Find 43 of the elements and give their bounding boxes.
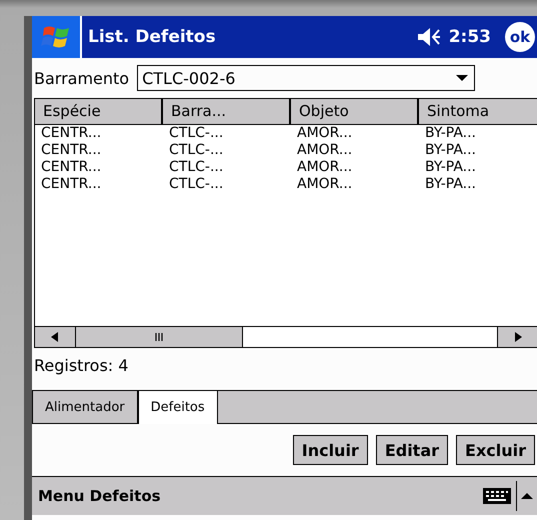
scroll-right-icon[interactable] <box>514 332 522 342</box>
action-button[interactable]: Excluir <box>456 435 535 465</box>
table-cell-text: CTLC-... <box>168 176 224 193</box>
column-header[interactable]: Barra... <box>163 99 291 125</box>
table-cell-text: CENTR... <box>40 125 102 142</box>
tab[interactable]: Defeitos <box>138 390 218 424</box>
menu-item[interactable]: Menu Defeitos <box>38 487 478 505</box>
scroll-thumb[interactable] <box>76 327 243 347</box>
table-cell-text: BY-PA... <box>424 142 478 159</box>
scroll-left-icon[interactable] <box>51 332 59 342</box>
windows-flag-icon <box>41 24 71 50</box>
window-title: List. Defeitos <box>88 27 217 47</box>
record-count: Registros: 4 <box>33 355 130 377</box>
clock-time: 2:53 <box>448 27 491 47</box>
table-cell-text: BY-PA... <box>424 176 478 193</box>
table-cell-text: CTLC-... <box>168 125 224 142</box>
table-cell-text: CTLC-... <box>168 142 224 159</box>
table-cell-text: AMOR... <box>296 142 354 159</box>
column-header[interactable]: Sintoma <box>419 99 537 125</box>
table-cell-text: CENTR... <box>40 159 102 176</box>
speaker-muted-icon[interactable] <box>416 27 443 47</box>
grip-icon <box>154 332 164 342</box>
horizontal-scrollbar[interactable] <box>35 326 537 347</box>
table-cell-text: BY-PA... <box>424 159 478 176</box>
dropdown-arrow-icon <box>456 74 468 82</box>
action-button[interactable]: Editar <box>376 435 448 465</box>
keyboard-icon[interactable] <box>482 487 512 505</box>
table-cell-text: CENTR... <box>40 176 102 193</box>
table-cell-text: AMOR... <box>296 125 354 142</box>
table-cell-text: BY-PA... <box>424 125 478 142</box>
table-cell-text: CTLC-... <box>168 159 224 176</box>
table-cell-text: CENTR... <box>40 142 102 159</box>
column-header[interactable]: Objeto <box>291 99 419 125</box>
ok-button[interactable]: ok <box>505 22 535 52</box>
start-button[interactable] <box>32 16 82 58</box>
table-cell-text: AMOR... <box>296 176 354 193</box>
action-button[interactable]: Incluir <box>292 435 368 465</box>
column-header[interactable]: Espécie <box>35 99 163 125</box>
table-cell-text: AMOR... <box>296 159 354 176</box>
filter-label: Barramento <box>34 68 130 88</box>
tab[interactable]: Alimentador <box>32 390 138 423</box>
sip-arrow-icon[interactable] <box>521 492 533 500</box>
bus-dropdown[interactable]: CTLC-002-6 <box>137 65 476 91</box>
